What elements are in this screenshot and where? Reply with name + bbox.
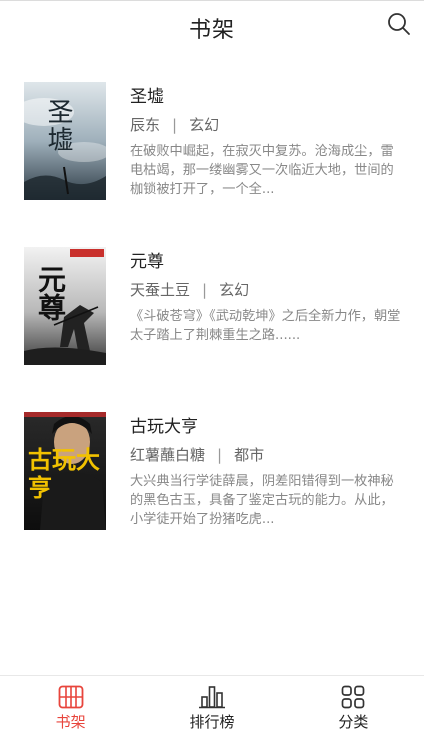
meta-separator: | bbox=[172, 116, 178, 134]
book-item[interactable]: 元尊 元尊 天蚕土豆 | 玄幻 《斗破苍穹》《武动乾坤》之后全新力作，朝堂太子踏… bbox=[0, 247, 424, 397]
book-cover: 圣墟 bbox=[24, 82, 106, 200]
book-cover: 古玩大亨 bbox=[24, 412, 106, 530]
page-title: 书架 bbox=[188, 17, 235, 43]
tab-category[interactable]: 分类 bbox=[283, 676, 424, 735]
book-cover: 元尊 bbox=[24, 247, 106, 365]
bar-chart-icon bbox=[198, 686, 225, 709]
book-description: 在破败中崛起，在寂灭中复苏。沧海成尘，雷电枯竭，那一缕幽雾又一次临近大地，世间的… bbox=[130, 144, 394, 197]
bookshelf-icon bbox=[58, 685, 84, 709]
book-category: 都市 bbox=[234, 446, 265, 464]
cover-title: 元尊 bbox=[34, 265, 67, 321]
tab-ranking[interactable]: 排行榜 bbox=[141, 676, 282, 735]
book-author: 红薯蘸白糖 bbox=[130, 446, 206, 464]
tab-bookshelf[interactable]: 书架 bbox=[0, 676, 141, 735]
book-item[interactable]: 圣墟 圣墟 辰东 | 玄幻 在破败中崛起，在寂灭中复苏。沧海成尘，雷电枯竭，那一… bbox=[0, 82, 424, 232]
cover-title: 古玩大亨 bbox=[28, 445, 100, 502]
book-description: 《斗破苍穹》《武动乾坤》之后全新力作，朝堂太子踏上了荆棘重生之路...... bbox=[130, 309, 401, 343]
book-title: 古玩大亨 bbox=[130, 417, 198, 437]
cover-title: 圣墟 bbox=[43, 98, 73, 154]
tab-label: 书架 bbox=[55, 713, 86, 731]
book-category: 玄幻 bbox=[219, 281, 250, 299]
book-author: 天蚕土豆 bbox=[130, 281, 191, 299]
bottom-tab-bar: 书架 排行榜 分类 bbox=[0, 675, 424, 735]
book-title: 元尊 bbox=[130, 252, 164, 272]
meta-separator: | bbox=[217, 446, 223, 464]
meta-separator: | bbox=[202, 281, 208, 299]
book-item[interactable]: 古玩大亨 古玩大亨 红薯蘸白糖 | 都市 大兴典当行学徒薛晨，阴差阳错得到一枚神… bbox=[0, 412, 424, 562]
search-button[interactable] bbox=[384, 9, 414, 39]
search-icon bbox=[388, 13, 410, 35]
tab-label: 排行榜 bbox=[189, 713, 235, 731]
book-category: 玄幻 bbox=[189, 116, 220, 134]
tab-label: 分类 bbox=[338, 713, 369, 731]
top-bar: 书架 bbox=[0, 0, 424, 54]
book-description: 大兴典当行学徒薛晨，阴差阳错得到一枚神秘的黑色古玉，具备了鉴定古玩的能力。从此，… bbox=[130, 474, 394, 527]
book-title: 圣墟 bbox=[130, 87, 164, 107]
grid-icon bbox=[341, 685, 365, 709]
book-author: 辰东 bbox=[130, 116, 161, 134]
